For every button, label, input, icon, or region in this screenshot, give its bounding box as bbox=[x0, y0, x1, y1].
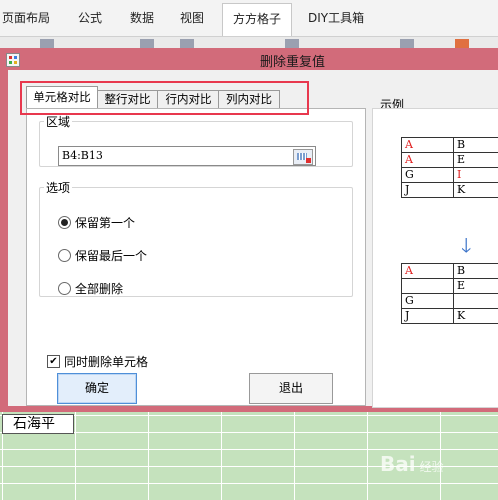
ribbon-tab-fangfang[interactable]: 方方格子 bbox=[222, 3, 293, 37]
sample-cell: J bbox=[401, 308, 454, 324]
ribbon-tab-bar: 页面布局 公式 数据 视图 方方格子 DIY工具箱 bbox=[0, 0, 498, 37]
radio-delete-all[interactable] bbox=[58, 282, 71, 295]
delete-cells-checkbox[interactable]: ✔ bbox=[47, 355, 60, 368]
option-keep-first[interactable]: 保留第一个 bbox=[58, 214, 135, 231]
tab-in-column-compare[interactable]: 列内对比 bbox=[218, 90, 280, 109]
option-keep-first-label: 保留第一个 bbox=[75, 216, 136, 230]
delete-cells-option[interactable]: ✔ 同时删除单元格 bbox=[47, 353, 148, 370]
sample-cell: I bbox=[453, 167, 498, 183]
ribbon-tab-data[interactable]: 数据 bbox=[130, 9, 154, 26]
sample-cell bbox=[453, 293, 498, 309]
dialog-title: 删除重复值 bbox=[260, 55, 326, 70]
table-row: AE bbox=[401, 152, 498, 168]
exit-button[interactable]: 退出 bbox=[249, 373, 333, 404]
sample-cell: J bbox=[401, 182, 454, 198]
tab-cell-compare[interactable]: 单元格对比 bbox=[26, 86, 98, 108]
ok-button[interactable]: 确定 bbox=[57, 373, 137, 404]
table-row: E bbox=[401, 278, 498, 294]
arrow-down-icon: 🡓 bbox=[461, 233, 472, 257]
sample-cell: E bbox=[453, 152, 498, 168]
ribbon-tab-page-layout[interactable]: 页面布局 bbox=[2, 9, 50, 26]
sample-after-table: AB E G JK bbox=[401, 263, 498, 324]
option-keep-last[interactable]: 保留最后一个 bbox=[58, 247, 147, 264]
radio-keep-last[interactable] bbox=[58, 249, 71, 262]
app-icon[interactable] bbox=[6, 53, 20, 67]
sample-before-table: AB AE GI JK bbox=[401, 137, 498, 198]
watermark-sub: 经验 bbox=[419, 460, 444, 474]
range-group: 区域 B4:B13 bbox=[39, 113, 353, 167]
radio-keep-first[interactable] bbox=[58, 216, 71, 229]
table-row: G bbox=[401, 293, 498, 309]
range-input-value: B4:B13 bbox=[62, 149, 103, 162]
baidu-watermark: Bai 经验 bbox=[380, 452, 444, 476]
table-row: JK bbox=[401, 182, 498, 198]
sample-cell: K bbox=[453, 308, 498, 324]
delete-cells-label: 同时删除单元格 bbox=[64, 355, 149, 369]
ribbon-tab-view[interactable]: 视图 bbox=[180, 9, 204, 26]
sample-cell bbox=[401, 278, 454, 294]
remove-duplicates-dialog: 删除重复值 单元格对比 整行对比 行内对比 列内对比 区域 B4:B13 选项 … bbox=[0, 48, 498, 412]
sample-cell: A bbox=[401, 263, 454, 279]
table-row: GI bbox=[401, 167, 498, 183]
range-select-icon[interactable] bbox=[293, 149, 313, 165]
option-keep-last-label: 保留最后一个 bbox=[75, 249, 148, 263]
worksheet-cell-active[interactable]: 石海平 bbox=[2, 414, 74, 434]
range-group-label: 区域 bbox=[46, 115, 71, 129]
watermark-text: Bai bbox=[380, 452, 416, 476]
sample-cell: K bbox=[453, 182, 498, 198]
options-group-label: 选项 bbox=[46, 181, 71, 195]
dialog-titlebar[interactable]: 删除重复值 bbox=[0, 48, 498, 70]
tab-row-compare[interactable]: 整行对比 bbox=[96, 90, 159, 109]
ribbon-tab-diy-toolbox[interactable]: DIY工具箱 bbox=[308, 9, 364, 26]
sample-cell: G bbox=[401, 293, 454, 309]
sample-cell: A bbox=[401, 137, 454, 153]
table-row: AB bbox=[401, 263, 498, 279]
ribbon-tab-formulas[interactable]: 公式 bbox=[78, 9, 102, 26]
option-delete-all[interactable]: 全部删除 bbox=[58, 280, 123, 297]
table-row: AB bbox=[401, 137, 498, 153]
dialog-body: 单元格对比 整行对比 行内对比 列内对比 区域 B4:B13 选项 保留第一个 bbox=[8, 70, 498, 408]
sample-cell: B bbox=[453, 263, 498, 279]
sample-cell: G bbox=[401, 167, 454, 183]
sample-cell: B bbox=[453, 137, 498, 153]
sample-panel: AB AE GI JK 🡓 AB E G JK bbox=[372, 108, 498, 408]
tab-page-cell-compare: 区域 B4:B13 选项 保留第一个 保留最后一个 全部删除 ✔ 同时删除单元格… bbox=[26, 108, 366, 406]
options-group: 选项 保留第一个 保留最后一个 全部删除 bbox=[39, 179, 353, 297]
sample-cell: A bbox=[401, 152, 454, 168]
option-delete-all-label: 全部删除 bbox=[75, 282, 124, 296]
range-input[interactable]: B4:B13 bbox=[58, 146, 316, 166]
sample-cell: E bbox=[453, 278, 498, 294]
tab-in-row-compare[interactable]: 行内对比 bbox=[157, 90, 220, 109]
table-row: JK bbox=[401, 308, 498, 324]
